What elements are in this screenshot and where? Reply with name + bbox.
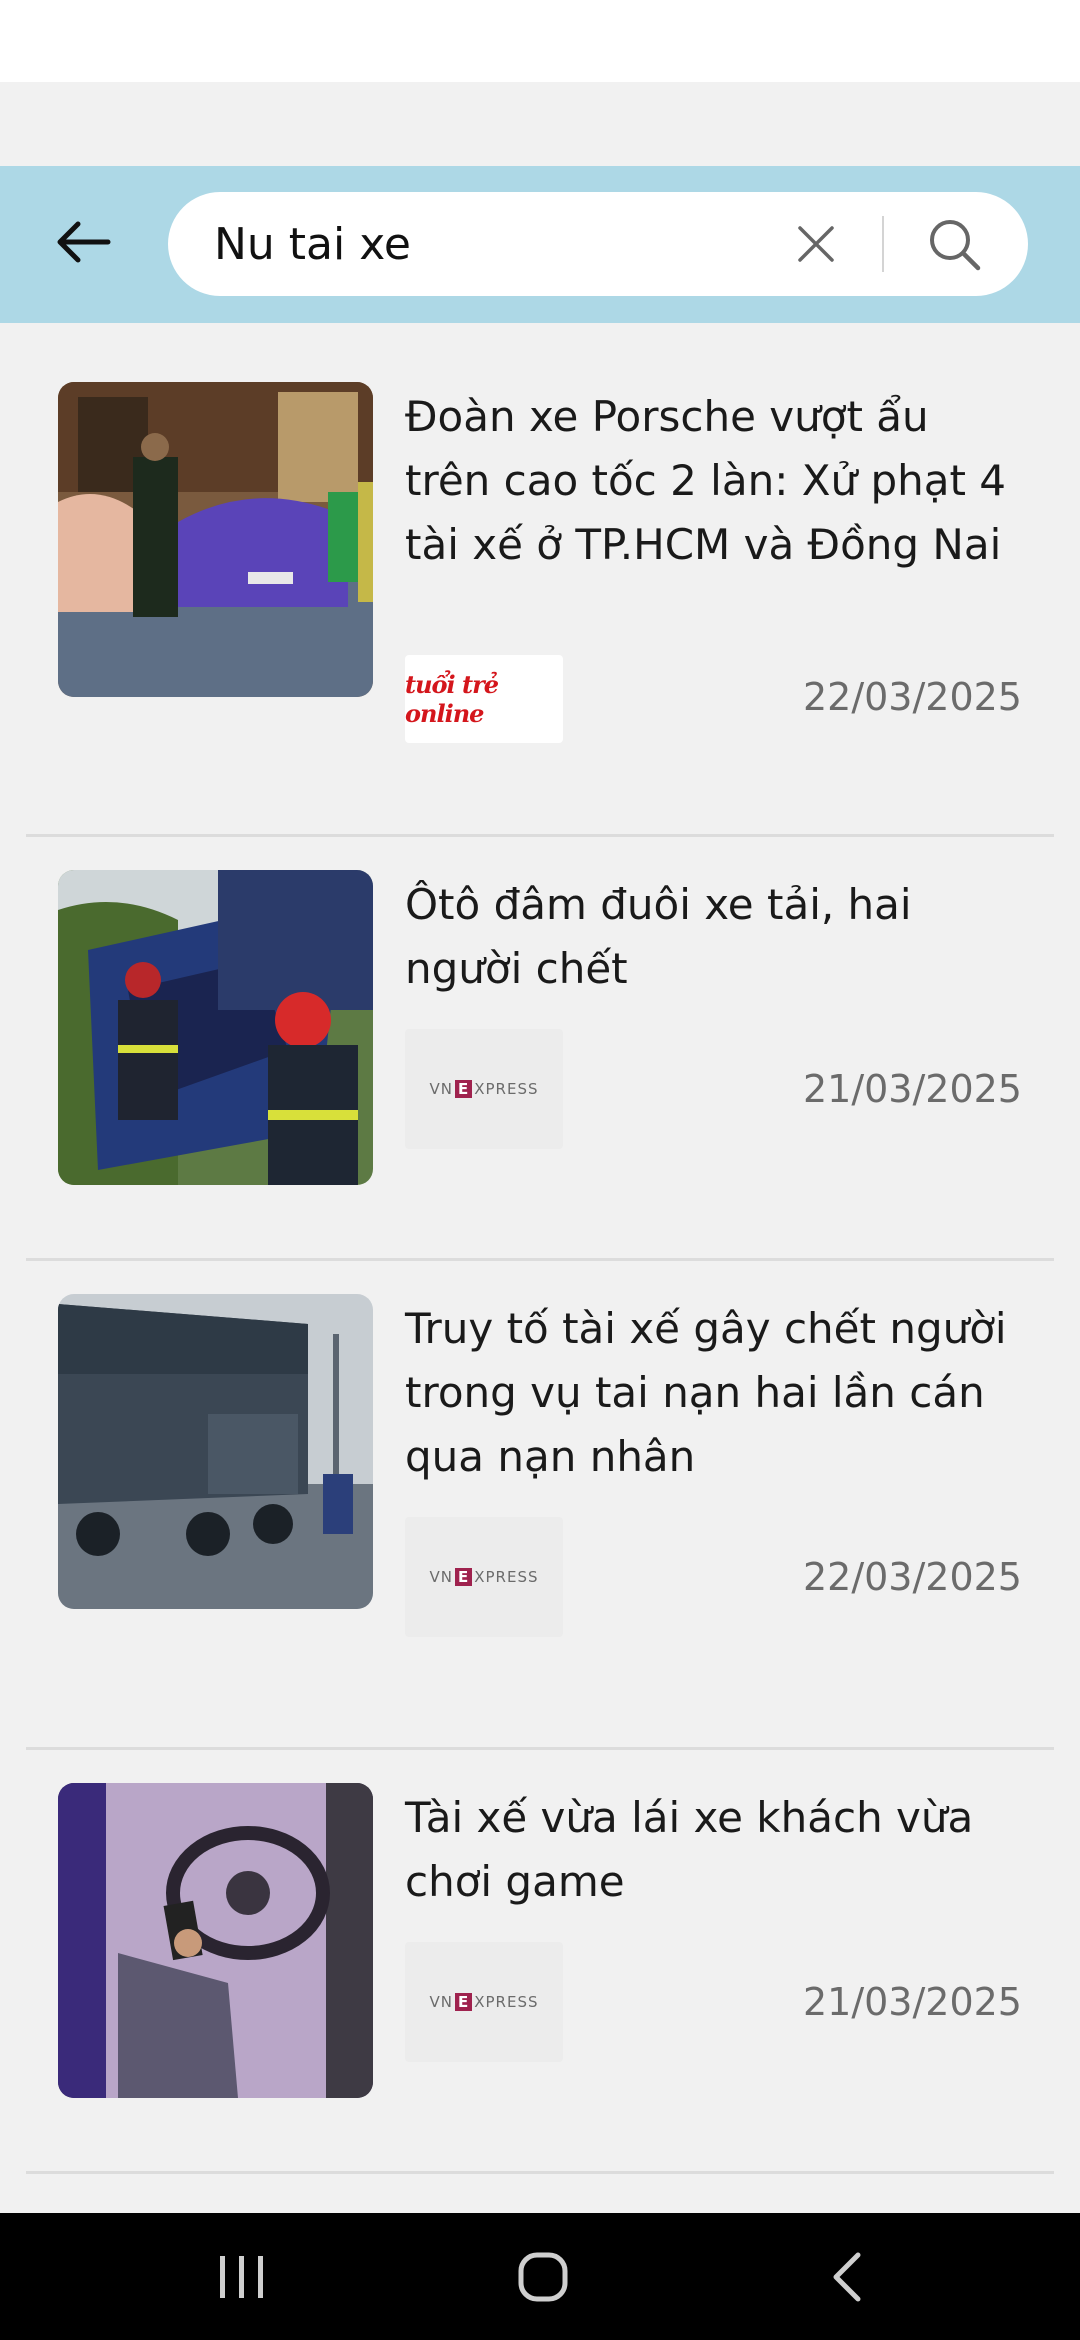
close-icon bbox=[798, 226, 834, 262]
truck-photo bbox=[58, 1294, 373, 1609]
porsche-photo bbox=[58, 382, 373, 697]
source-name: tuổi trẻ online bbox=[405, 670, 499, 728]
search-box bbox=[168, 192, 1028, 296]
result-item[interactable]: Ôtô đâm đuôi xe tải, hai người chết VN E X… bbox=[0, 837, 1080, 1261]
chevron-left-icon bbox=[833, 2252, 861, 2302]
home-icon bbox=[518, 2252, 568, 2302]
arrow-left-icon bbox=[57, 221, 111, 263]
article-title: Đoàn xe Porsche vượt ẩu trên cao tốc 2 l… bbox=[405, 392, 1007, 569]
bus-driver-photo bbox=[58, 1783, 373, 2098]
status-bar bbox=[0, 0, 1080, 82]
results-list: Đoàn xe Porsche vượt ẩu trên cao tốc 2 l… bbox=[0, 323, 1080, 2174]
source-logo: VN E XPRESS bbox=[405, 1517, 563, 1637]
source-name: VN E XPRESS bbox=[429, 1993, 539, 2011]
result-item[interactable]: Tài xế vừa lái xe khách vừa chơi game VN… bbox=[0, 1750, 1080, 2174]
home-button[interactable] bbox=[483, 2233, 603, 2321]
recents-button[interactable] bbox=[182, 2233, 302, 2321]
search-icon bbox=[930, 220, 981, 271]
article-title: Tài xế vừa lái xe khách vừa chơi game bbox=[405, 1793, 974, 1906]
article-date: 22/03/2025 bbox=[802, 1555, 1022, 1599]
search-input[interactable] bbox=[214, 192, 774, 296]
crash-photo bbox=[58, 870, 373, 1185]
top-spacer bbox=[0, 82, 1080, 166]
result-item[interactable]: Đoàn xe Porsche vượt ẩu trên cao tốc 2 l… bbox=[0, 323, 1080, 837]
system-nav-bar bbox=[0, 2213, 1080, 2340]
result-item[interactable]: Truy tố tài xế gây chết người trong vụ t… bbox=[0, 1261, 1080, 1750]
article-thumbnail bbox=[58, 1294, 373, 1609]
source-logo: tuổi trẻ online bbox=[405, 655, 563, 743]
source-name: VN E XPRESS bbox=[429, 1568, 539, 1586]
article-date: 21/03/2025 bbox=[802, 1067, 1022, 1111]
article-title: Truy tố tài xế gây chết người trong vụ t… bbox=[405, 1304, 1007, 1481]
search-divider bbox=[882, 216, 884, 272]
article-thumbnail bbox=[58, 1783, 373, 2098]
source-logo: VN E XPRESS bbox=[405, 1029, 563, 1149]
recents-icon bbox=[220, 2256, 263, 2298]
article-thumbnail bbox=[58, 870, 373, 1185]
back-button[interactable] bbox=[48, 206, 120, 278]
article-date: 22/03/2025 bbox=[802, 675, 1022, 719]
source-logo: VN E XPRESS bbox=[405, 1942, 563, 2062]
search-header bbox=[0, 166, 1080, 323]
article-date: 21/03/2025 bbox=[802, 1980, 1022, 2024]
item-divider bbox=[26, 2171, 1054, 2174]
article-thumbnail bbox=[58, 382, 373, 697]
clear-button[interactable] bbox=[786, 214, 846, 274]
source-name: VN E XPRESS bbox=[429, 1080, 539, 1098]
search-button[interactable] bbox=[920, 210, 988, 278]
nav-back-button[interactable] bbox=[786, 2233, 906, 2321]
article-title: Ôtô đâm đuôi xe tải, hai người chết bbox=[405, 880, 912, 993]
